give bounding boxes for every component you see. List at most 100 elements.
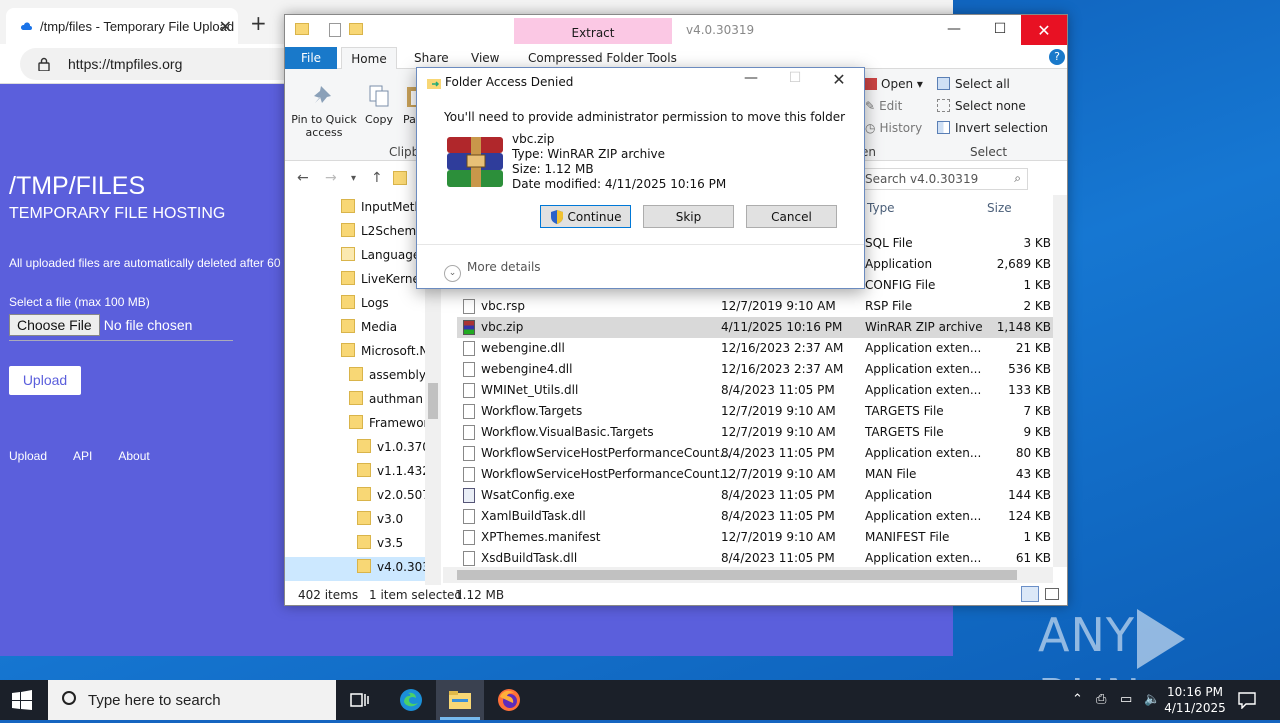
tiles-view-icon[interactable] xyxy=(1045,588,1059,600)
cancel-button[interactable]: Cancel xyxy=(746,205,837,228)
tree-item[interactable]: v3.5 xyxy=(357,535,403,559)
file-row-selected[interactable]: vbc.zip 4/11/2025 10:16 PM WinRAR ZIP arch… xyxy=(457,317,1055,338)
maximize-button[interactable]: ☐ xyxy=(977,15,1023,45)
link-api[interactable]: API xyxy=(73,449,92,463)
up-arrow-icon[interactable]: ↑ xyxy=(371,170,383,186)
file-row[interactable]: WMINet_Utils.dll 8/4/2023 11:05 PM Applica… xyxy=(457,380,1055,401)
tree-item[interactable]: LiveKernel xyxy=(341,271,423,295)
tree-item[interactable]: L2Schema xyxy=(341,223,424,247)
more-details-toggle[interactable]: ⌄ More details xyxy=(444,260,541,282)
forward-arrow-icon[interactable]: → xyxy=(325,170,337,186)
file-type: MANIFEST File xyxy=(865,530,950,544)
new-tab-button[interactable]: + xyxy=(250,13,267,33)
skip-button[interactable]: Skip xyxy=(643,205,734,228)
site-title[interactable]: /TMP/FILES xyxy=(9,172,145,201)
clock-date: 4/11/2025 xyxy=(1164,701,1226,715)
edge-icon[interactable] xyxy=(399,688,423,712)
close-button[interactable]: ✕ xyxy=(1021,15,1067,45)
windows-start-icon[interactable] xyxy=(12,690,32,710)
dll-file-icon xyxy=(463,551,475,566)
network-device-icon[interactable]: ⎙ xyxy=(1096,692,1106,707)
tab-view[interactable]: View xyxy=(471,51,499,65)
file-date: 8/4/2023 11:05 PM xyxy=(721,551,835,565)
tab-share[interactable]: Share xyxy=(414,51,449,65)
recent-chevron-icon[interactable]: ▾ xyxy=(351,173,356,184)
tray-chevron-icon[interactable]: ⌃ xyxy=(1072,692,1083,707)
folder-icon xyxy=(341,223,355,237)
tree-scrollbar-thumb[interactable] xyxy=(428,383,438,419)
column-size[interactable]: Size xyxy=(987,201,1012,215)
continue-button[interactable]: Continue xyxy=(540,205,631,228)
browser-tab[interactable]: /tmp/files - Temporary File Upload ✕ xyxy=(6,8,238,44)
history-button[interactable]: ◷ History xyxy=(865,121,922,135)
file-row[interactable]: webengine.dll 12/16/2023 2:37 AM Applicati… xyxy=(457,338,1055,359)
tab-home[interactable]: Home xyxy=(341,47,397,70)
url-field[interactable]: https://tmpfiles.org xyxy=(20,48,320,80)
tab-close-icon[interactable]: ✕ xyxy=(219,17,232,37)
task-view-icon[interactable] xyxy=(350,690,370,710)
file-name: WorkflowServiceHostPerformanceCount... xyxy=(481,467,731,481)
file-size: 536 KB xyxy=(1008,362,1051,376)
file-explorer-icon[interactable] xyxy=(448,688,472,712)
tree-item[interactable]: v3.0 xyxy=(357,511,403,535)
properties-icon[interactable] xyxy=(329,23,341,37)
link-about[interactable]: About xyxy=(118,449,149,463)
tree-item[interactable]: InputMeth xyxy=(341,199,422,223)
tree-item[interactable]: Logs xyxy=(341,295,389,319)
file-row[interactable]: Workflow.VisualBasic.Targets 12/7/2019 9:… xyxy=(457,422,1055,443)
select-none-button[interactable]: Select none xyxy=(937,99,1026,113)
tab-file[interactable]: File xyxy=(285,47,337,69)
copy-button[interactable]: Copy xyxy=(363,83,395,126)
tree-item[interactable]: Framewor xyxy=(349,415,428,439)
search-input[interactable]: Search v4.0.30319 ⌕ xyxy=(860,168,1028,190)
file-row[interactable]: Workflow.Targets 12/7/2019 9:10 AM TARGETS… xyxy=(457,401,1055,422)
select-all-button[interactable]: Select all xyxy=(937,77,1010,91)
edit-button[interactable]: ✎ Edit xyxy=(865,99,902,113)
link-upload[interactable]: Upload xyxy=(9,449,47,463)
volume-icon[interactable]: 🔈 xyxy=(1144,692,1160,707)
file-row[interactable]: XPThemes.manifest 12/7/2019 9:10 AM MANIFE… xyxy=(457,527,1055,548)
tree-item[interactable]: authman xyxy=(349,391,423,415)
file-row[interactable]: XsdBuildTask.dll 8/4/2023 11:05 PM Applica… xyxy=(457,548,1055,569)
file-date: Date modified: 4/11/2025 10:16 PM xyxy=(512,177,727,191)
dialog-minimize-button[interactable]: — xyxy=(729,70,773,94)
upload-button[interactable]: Upload xyxy=(9,366,81,395)
tree-item[interactable]: assembly xyxy=(349,367,426,391)
list-scrollbar[interactable] xyxy=(1053,195,1067,567)
file-row[interactable]: WsatConfig.exe 8/4/2023 11:05 PM Applicati… xyxy=(457,485,1055,506)
file-label: Select a file (max 100 MB) xyxy=(9,295,150,309)
dialog-close-button[interactable]: ✕ xyxy=(817,70,861,94)
taskbar-search[interactable]: Type here to search xyxy=(48,680,336,720)
minimize-button[interactable]: — xyxy=(931,15,977,45)
tree-item[interactable]: Microsoft.N xyxy=(341,343,428,367)
notifications-icon[interactable] xyxy=(1238,691,1256,709)
new-folder-icon[interactable] xyxy=(349,23,363,35)
file-type: Application xyxy=(865,488,933,502)
horizontal-scrollbar-thumb[interactable] xyxy=(457,570,1017,580)
file-row[interactable]: WorkflowServiceHostPerformanceCount... 12… xyxy=(457,464,1055,485)
file-row[interactable]: vbc.rsp 12/7/2019 9:10 AM RSP File 2 KB xyxy=(457,296,1055,317)
file-input[interactable]: Choose File No file chosen xyxy=(9,314,233,341)
details-view-icon[interactable] xyxy=(1021,586,1039,602)
uac-shield-icon xyxy=(550,210,563,224)
firefox-icon[interactable] xyxy=(497,688,521,712)
tree-item[interactable]: Language xyxy=(341,247,420,271)
tab-compressed-folder-tools[interactable]: Compressed Folder Tools xyxy=(528,51,677,65)
extract-context-tab[interactable]: Extract xyxy=(514,18,672,44)
column-type[interactable]: Type xyxy=(867,201,895,215)
choose-file-button[interactable]: Choose File xyxy=(9,314,100,336)
invert-selection-button[interactable]: Invert selection xyxy=(937,121,1048,135)
file-date: 4/11/2025 10:16 PM xyxy=(721,320,843,334)
tree-item-selected[interactable]: v4.0.3031 xyxy=(285,557,438,581)
tree-item[interactable]: Media xyxy=(341,319,397,343)
network-icon[interactable]: ▭ xyxy=(1120,692,1132,707)
pin-quick-access-button[interactable]: Pin to Quick access xyxy=(291,83,357,139)
open-button[interactable]: Open ▾ xyxy=(865,77,923,91)
clock[interactable]: 10:16 PM 4/11/2025 xyxy=(1160,684,1230,716)
back-arrow-icon[interactable]: ← xyxy=(297,170,309,186)
help-icon[interactable]: ? xyxy=(1049,49,1065,65)
file-row[interactable]: XamlBuildTask.dll 8/4/2023 11:05 PM Applic… xyxy=(457,506,1055,527)
folder-icon xyxy=(357,487,371,501)
file-row[interactable]: WorkflowServiceHostPerformanceCount... 8/… xyxy=(457,443,1055,464)
file-row[interactable]: webengine4.dll 12/16/2023 2:37 AM Applicat… xyxy=(457,359,1055,380)
